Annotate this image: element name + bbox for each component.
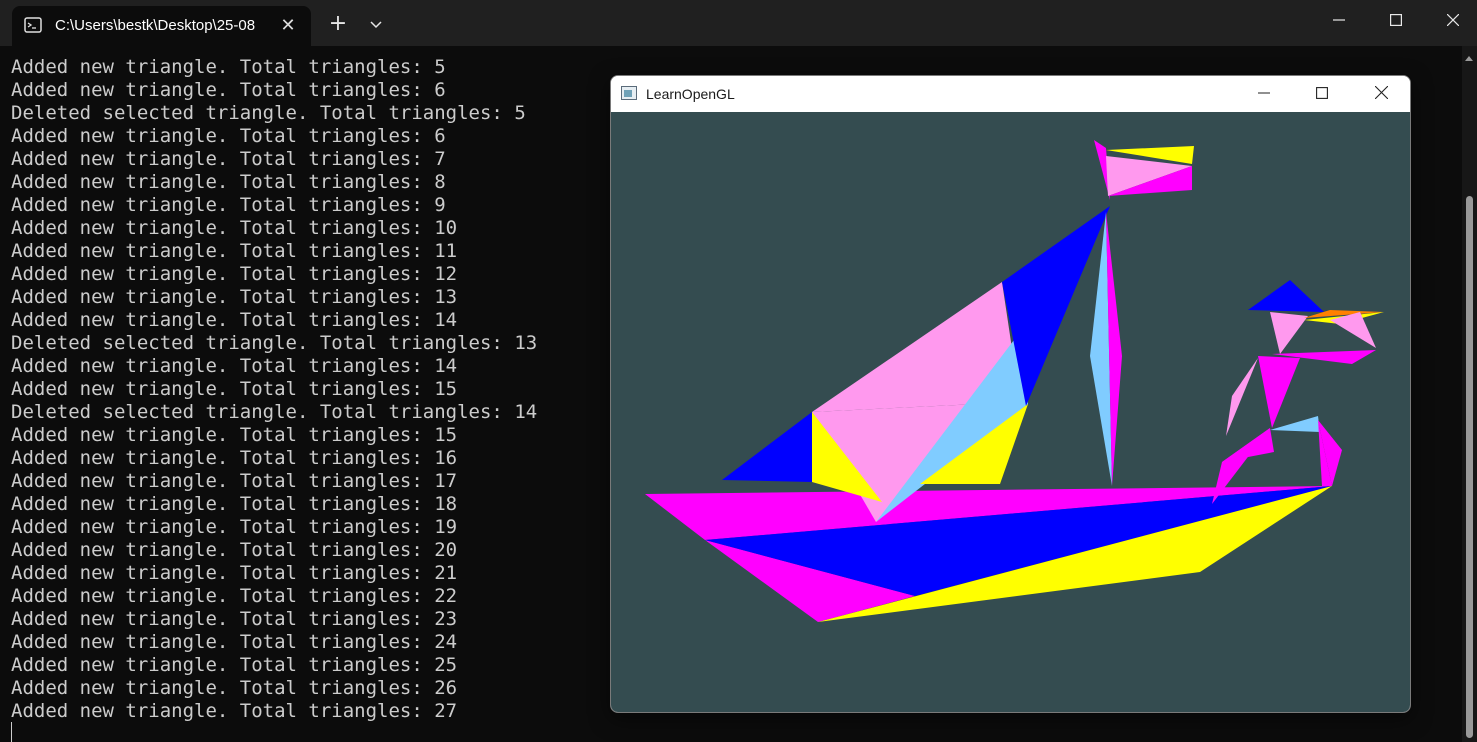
terminal-lines: Added new triangle. Total triangles: 5 Ad… bbox=[11, 56, 537, 723]
terminal-line: Added new triangle. Total triangles: 18 bbox=[11, 493, 458, 515]
terminal-tab[interactable]: C:\Users\bestk\Desktop\25-08 ✕ bbox=[12, 6, 311, 46]
minimize-button[interactable] bbox=[1310, 0, 1368, 42]
opengl-window[interactable]: LearnOpenGL bbox=[610, 75, 1411, 713]
terminal-line: Deleted selected triangle. Total triangl… bbox=[11, 102, 526, 124]
maximize-icon bbox=[1390, 14, 1403, 27]
terminal-line: Added new triangle. Total triangles: 23 bbox=[11, 608, 458, 630]
close-button[interactable] bbox=[1424, 0, 1477, 42]
terminal-line: Added new triangle. Total triangles: 27 bbox=[11, 700, 458, 722]
scroll-up-icon[interactable] bbox=[1465, 56, 1473, 61]
terminal-line: Added new triangle. Total triangles: 15 bbox=[11, 424, 458, 446]
new-tab-button[interactable]: + bbox=[320, 6, 356, 42]
terminal-line: Deleted selected triangle. Total triangl… bbox=[11, 401, 538, 423]
terminal-line: Added new triangle. Total triangles: 20 bbox=[11, 539, 458, 561]
terminal-line: Added new triangle. Total triangles: 10 bbox=[11, 217, 458, 239]
minimize-icon bbox=[1258, 92, 1270, 94]
terminal-line: Added new triangle. Total triangles: 6 bbox=[11, 125, 446, 147]
terminal-line: Added new triangle. Total triangles: 24 bbox=[11, 631, 458, 653]
maximize-button[interactable] bbox=[1367, 0, 1425, 42]
terminal-title-bar: C:\Users\bestk\Desktop\25-08 ✕ + bbox=[0, 0, 1477, 46]
close-icon bbox=[1374, 85, 1388, 100]
terminal-icon bbox=[24, 17, 42, 33]
app-icon bbox=[621, 86, 637, 100]
text-cursor bbox=[11, 722, 12, 742]
terminal-line: Added new triangle. Total triangles: 11 bbox=[11, 240, 458, 262]
scrollbar-thumb[interactable] bbox=[1466, 196, 1473, 738]
close-icon bbox=[1446, 13, 1460, 27]
terminal-line: Added new triangle. Total triangles: 14 bbox=[11, 309, 458, 331]
chevron-down-icon bbox=[370, 21, 382, 29]
terminal-line: Added new triangle. Total triangles: 17 bbox=[11, 470, 458, 492]
maximize-icon bbox=[1316, 87, 1328, 99]
gl-minimize-button[interactable] bbox=[1235, 76, 1293, 112]
terminal-line: Added new triangle. Total triangles: 5 bbox=[11, 56, 446, 78]
minimize-icon bbox=[1333, 19, 1345, 21]
terminal-line: Added new triangle. Total triangles: 26 bbox=[11, 677, 458, 699]
terminal-line: Deleted selected triangle. Total triangl… bbox=[11, 332, 538, 354]
terminal-line: Added new triangle. Total triangles: 25 bbox=[11, 654, 458, 676]
gl-maximize-button[interactable] bbox=[1293, 76, 1351, 112]
terminal-line: Added new triangle. Total triangles: 8 bbox=[11, 171, 446, 193]
terminal-line: Added new triangle. Total triangles: 9 bbox=[11, 194, 446, 216]
terminal-scrollbar[interactable] bbox=[1462, 46, 1477, 742]
gl-close-button[interactable] bbox=[1352, 76, 1410, 112]
terminal-line: Added new triangle. Total triangles: 6 bbox=[11, 79, 446, 101]
terminal-line: Added new triangle. Total triangles: 16 bbox=[11, 447, 458, 469]
tab-title: C:\Users\bestk\Desktop\25-08 bbox=[55, 17, 256, 34]
close-tab-icon[interactable]: ✕ bbox=[276, 14, 300, 38]
terminal-line: Added new triangle. Total triangles: 15 bbox=[11, 378, 458, 400]
terminal-line: Added new triangle. Total triangles: 19 bbox=[11, 516, 458, 538]
terminal-line: Added new triangle. Total triangles: 13 bbox=[11, 286, 458, 308]
tab-dropdown-button[interactable] bbox=[358, 6, 394, 42]
opengl-window-title: LearnOpenGL bbox=[646, 86, 735, 102]
terminal-line: Added new triangle. Total triangles: 7 bbox=[11, 148, 446, 170]
opengl-render-canvas[interactable] bbox=[611, 112, 1411, 713]
terminal-line: Added new triangle. Total triangles: 12 bbox=[11, 263, 458, 285]
terminal-line: Added new triangle. Total triangles: 21 bbox=[11, 562, 458, 584]
terminal-line: Added new triangle. Total triangles: 22 bbox=[11, 585, 458, 607]
terminal-line: Added new triangle. Total triangles: 14 bbox=[11, 355, 458, 377]
opengl-title-bar[interactable]: LearnOpenGL bbox=[611, 76, 1410, 112]
